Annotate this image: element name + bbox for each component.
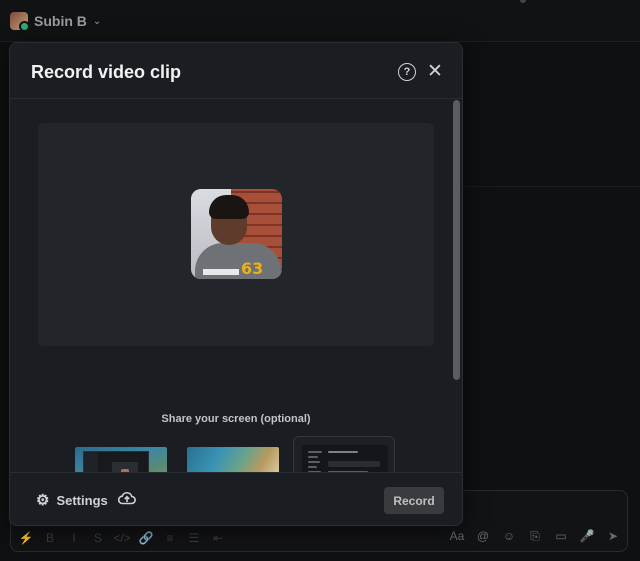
attach-icon[interactable]: ⎘: [524, 527, 546, 545]
upload-button[interactable]: [118, 489, 136, 507]
code-icon[interactable]: </>: [110, 529, 134, 547]
composer-right-toolbar: Aa @ ☺ ⎘ ▭ 🎤 ➤: [446, 527, 624, 545]
dialog-header: Record video clip ? ✕: [10, 43, 462, 99]
settings-button[interactable]: ⚙ Settings: [36, 491, 108, 509]
workspace-user-menu[interactable]: Subin B ⌄: [10, 12, 102, 32]
cloud-upload-icon: [118, 491, 136, 505]
bold-icon[interactable]: B: [38, 529, 62, 547]
share-screen-label: Share your screen (optional): [161, 413, 311, 425]
question-icon: ?: [403, 66, 411, 78]
camera-avatar-image: 63: [191, 189, 282, 279]
dialog-body: 63 Share your screen (optional): [10, 100, 462, 472]
username: Subin B: [34, 13, 87, 29]
screen-thumbnail-1[interactable]: [75, 447, 167, 472]
link-icon[interactable]: 🔗: [134, 529, 158, 547]
microphone-icon[interactable]: 🎤: [576, 527, 598, 545]
italic-icon[interactable]: I: [62, 529, 86, 547]
shortcuts-icon[interactable]: ⚡: [14, 529, 38, 547]
close-icon: ✕: [427, 60, 443, 82]
dialog-footer: ⚙ Settings Record: [10, 472, 462, 525]
record-video-clip-dialog: Record video clip ? ✕ 63 Share your scre…: [9, 42, 463, 526]
emoji-icon[interactable]: ☺: [498, 527, 520, 545]
blockquote-icon[interactable]: ⇤: [206, 529, 230, 547]
user-avatar: [10, 12, 30, 32]
video-icon[interactable]: ▭: [550, 527, 572, 545]
background-panel: [462, 42, 640, 187]
send-icon[interactable]: ➤: [602, 527, 624, 545]
app-header: Subin B ⌄: [0, 0, 640, 42]
format-icon[interactable]: Aa: [446, 527, 468, 545]
bulleted-list-icon[interactable]: ☰: [182, 529, 206, 547]
ordered-list-icon[interactable]: ≡: [158, 529, 182, 547]
record-button[interactable]: Record: [384, 487, 444, 514]
header-indicator: [520, 0, 526, 3]
strikethrough-icon[interactable]: S: [86, 529, 110, 547]
settings-label: Settings: [56, 492, 108, 508]
help-button[interactable]: ?: [398, 63, 416, 81]
screen-thumbnail-3[interactable]: [293, 436, 395, 472]
gear-icon: ⚙: [36, 492, 50, 509]
close-button[interactable]: ✕: [425, 60, 445, 82]
mention-icon[interactable]: @: [472, 527, 494, 545]
dialog-title: Record video clip: [31, 62, 182, 82]
dialog-scrollbar[interactable]: [453, 100, 460, 380]
chevron-down-icon: ⌄: [92, 15, 102, 27]
camera-preview: 63: [38, 123, 434, 346]
screen-thumbnail-2[interactable]: [187, 447, 279, 472]
